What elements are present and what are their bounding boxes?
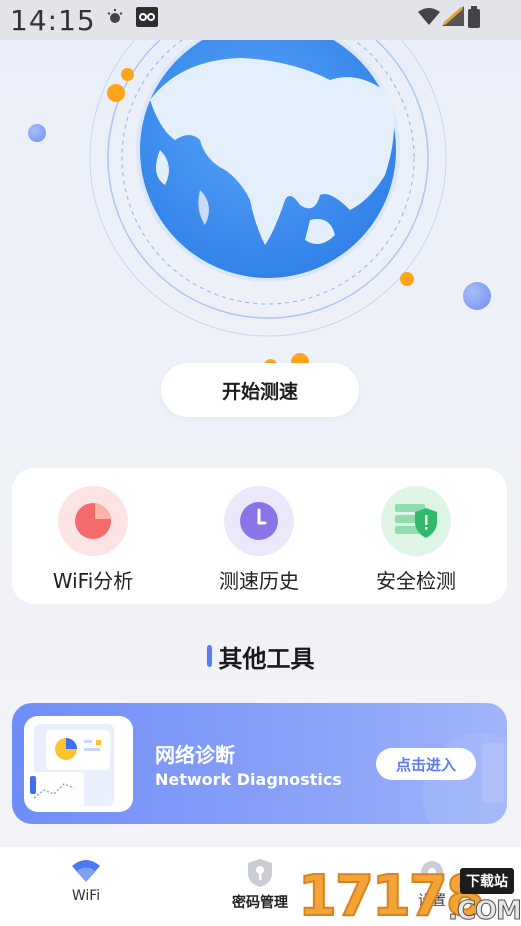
tool-icon-bg — [224, 486, 294, 556]
tool-icon-bg — [381, 486, 451, 556]
tool-wifi-analysis[interactable]: WiFi分析 — [18, 486, 168, 596]
tool-label: WiFi分析 — [52, 569, 134, 593]
section-title-text: 其他工具 — [218, 644, 315, 673]
tool-label: 安全检测 — [376, 569, 456, 593]
tool-speed-history[interactable]: 测速历史 — [184, 486, 334, 596]
vpn-icon — [136, 7, 158, 31]
banner-title: 网络诊断 — [155, 743, 235, 767]
status-time: 14:15 — [10, 4, 96, 37]
cell-signal-icon — [442, 6, 464, 30]
pie-chart-icon — [75, 503, 111, 539]
network-diagnostics-banner[interactable]: 网络诊断 Network Diagnostics 点击进入 — [12, 703, 507, 824]
wifi-signal-icon — [418, 8, 440, 30]
decor-dot — [107, 84, 125, 102]
decor-dot — [121, 68, 134, 81]
nav-label: WiFi — [71, 888, 101, 904]
speed-test-globe[interactable] — [0, 40, 521, 372]
enter-button[interactable]: 点击进入 — [376, 748, 476, 780]
tool-label: 测速历史 — [219, 569, 299, 593]
decor-dot — [28, 124, 46, 142]
watermark-logo: 17178 下载站 .COM — [297, 863, 521, 926]
section-title: 其他工具 — [0, 638, 521, 674]
start-speed-test-button[interactable]: 开始测速 — [161, 363, 359, 417]
nav-item-wifi[interactable]: WiFi — [26, 858, 146, 904]
section-accent-bar — [206, 645, 212, 667]
globe-illustration — [89, 40, 447, 337]
wifi-icon — [72, 860, 100, 882]
watermark-domain: .COM — [448, 896, 521, 926]
tools-card: WiFi分析 测速历史 安全检测 — [12, 468, 507, 604]
status-bar: 14:15 — [0, 0, 521, 40]
nav-label: 密码管理 — [232, 895, 288, 911]
decor-dot — [463, 282, 491, 310]
diagnostics-illustration-icon — [24, 716, 133, 812]
tool-icon-bg — [58, 486, 128, 556]
battery-icon — [468, 6, 480, 32]
shield-key-icon — [248, 859, 272, 887]
tool-security-check[interactable]: 安全检测 — [341, 486, 491, 596]
brightness-icon — [106, 8, 124, 30]
shield-check-icon — [395, 504, 437, 538]
decor-dot — [400, 272, 414, 286]
banner-subtitle: Network Diagnostics — [155, 770, 342, 789]
clock-icon — [240, 502, 278, 540]
watermark-badge: 下载站 — [460, 868, 514, 894]
banner-thumbnail — [24, 716, 133, 812]
